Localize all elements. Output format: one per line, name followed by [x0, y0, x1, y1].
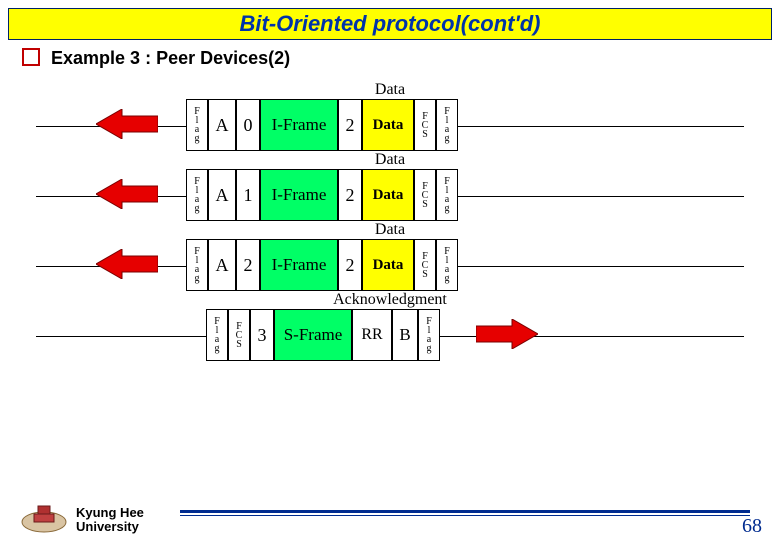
flag-field: Flag	[436, 99, 458, 151]
flag-field: Flag	[206, 309, 228, 361]
frame-diagram: DataFlagA0I-Frame2DataFCSFlagDataFlagA1I…	[36, 81, 744, 411]
frame-row: DataFlagA0I-Frame2DataFCSFlag	[36, 81, 744, 151]
flag-field: Flag	[186, 99, 208, 151]
university-logo	[20, 500, 68, 534]
data-field: Data	[362, 99, 414, 151]
arrow-left-icon	[96, 109, 158, 139]
nr-field: 2	[338, 169, 362, 221]
flag-field: Flag	[186, 169, 208, 221]
iframe-label: I-Frame	[260, 239, 338, 291]
nr-field: 2	[338, 99, 362, 151]
slide-title: Bit-Oriented protocol(cont'd)	[240, 11, 541, 36]
fcs-field: FCS	[414, 99, 436, 151]
row-caption: Data	[36, 151, 744, 169]
row-caption: Acknowledgment	[36, 291, 744, 309]
footer: Kyung Hee University 68	[0, 490, 780, 540]
arrow-left-icon	[96, 249, 158, 279]
bullet-icon	[22, 48, 40, 66]
frame-row: AcknowledgmentFlagFCS3S-FrameRRBFlag	[36, 291, 744, 361]
flag-field: Flag	[186, 239, 208, 291]
address-field: A	[208, 239, 236, 291]
fcs-field: FCS	[414, 239, 436, 291]
nr-field: 3	[250, 309, 274, 361]
frame-row: DataFlagA2I-Frame2DataFCSFlag	[36, 221, 744, 291]
i-frame: FlagA2I-Frame2DataFCSFlag	[186, 239, 458, 291]
ns-field: 1	[236, 169, 260, 221]
ns-field: 2	[236, 239, 260, 291]
address-field: A	[208, 169, 236, 221]
row-caption: Data	[36, 221, 744, 239]
university-name: Kyung Hee University	[76, 506, 144, 534]
ns-field: 0	[236, 99, 260, 151]
footer-rule	[180, 510, 750, 516]
example-heading-text: Example 3 : Peer Devices(2)	[51, 48, 290, 68]
i-frame: FlagA0I-Frame2DataFCSFlag	[186, 99, 458, 151]
university-name-line2: University	[76, 520, 144, 534]
iframe-label: I-Frame	[260, 99, 338, 151]
fcs-field: FCS	[228, 309, 250, 361]
university-name-line1: Kyung Hee	[76, 506, 144, 520]
iframe-label: I-Frame	[260, 169, 338, 221]
flag-field: Flag	[418, 309, 440, 361]
nr-field: 2	[338, 239, 362, 291]
i-frame: FlagA1I-Frame2DataFCSFlag	[186, 169, 458, 221]
frame-row: DataFlagA1I-Frame2DataFCSFlag	[36, 151, 744, 221]
flag-field: Flag	[436, 169, 458, 221]
s-frame: FlagFCS3S-FrameRRBFlag	[206, 309, 440, 361]
example-heading: Example 3 : Peer Devices(2)	[22, 46, 780, 69]
fcs-field: FCS	[414, 169, 436, 221]
data-field: Data	[362, 239, 414, 291]
sframe-label: S-Frame	[274, 309, 352, 361]
rr-field: RR	[352, 309, 392, 361]
title-bar: Bit-Oriented protocol(cont'd)	[8, 8, 772, 40]
page-number: 68	[742, 515, 762, 538]
row-caption: Data	[36, 81, 744, 99]
address-field: B	[392, 309, 418, 361]
arrow-left-icon	[96, 179, 158, 209]
address-field: A	[208, 99, 236, 151]
flag-field: Flag	[436, 239, 458, 291]
arrow-right-icon	[476, 319, 538, 349]
data-field: Data	[362, 169, 414, 221]
